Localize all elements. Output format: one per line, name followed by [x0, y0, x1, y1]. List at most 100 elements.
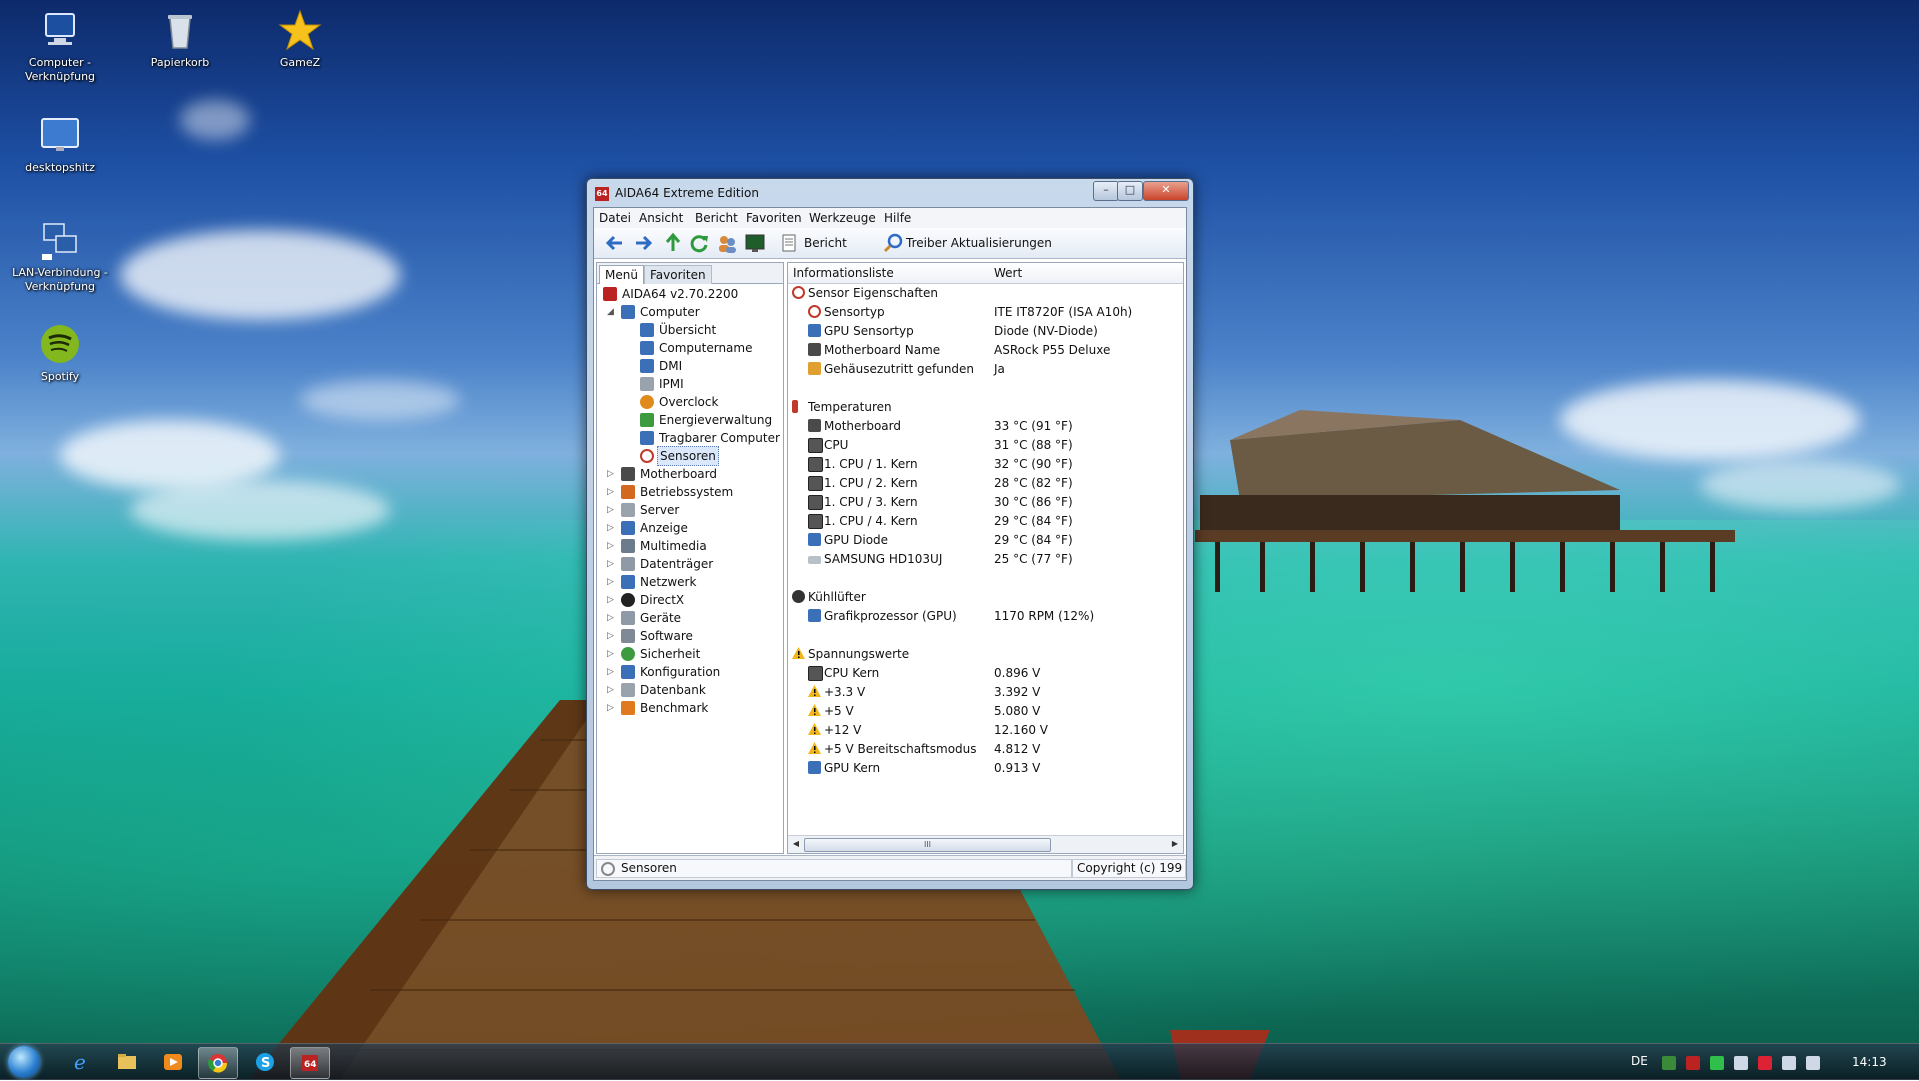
desktop-icon-spotify[interactable]: Spotify	[12, 322, 108, 384]
forward-arrow-icon[interactable]	[632, 232, 654, 254]
info-row[interactable]: CPU Kern 0.896 V	[788, 664, 1183, 682]
tree-item-label: Netzwerk	[640, 575, 697, 589]
media-player-icon[interactable]	[154, 1047, 192, 1077]
cpu-icon	[808, 476, 823, 491]
steam-icon[interactable]	[1734, 1056, 1748, 1070]
nvidia-icon[interactable]	[1710, 1056, 1724, 1070]
section-title: Sensor Eigenschaften	[808, 286, 938, 300]
refresh-icon[interactable]	[688, 232, 710, 254]
expand-icon[interactable]: ▷	[607, 663, 617, 681]
info-row[interactable]: Gehäusezutritt gefunden Ja	[788, 360, 1183, 378]
start-button[interactable]	[8, 1046, 40, 1078]
tab-menu[interactable]: Menü	[599, 265, 644, 284]
info-row[interactable]: +3.3 V 3.392 V	[788, 683, 1183, 701]
close-button[interactable]: ✕	[1143, 181, 1189, 201]
info-row[interactable]: 1. CPU / 4. Kern 29 °C (84 °F)	[788, 512, 1183, 530]
network-tray-icon[interactable]	[1782, 1056, 1796, 1070]
up-arrow-icon[interactable]	[662, 232, 684, 254]
explorer-folder-icon[interactable]	[108, 1047, 146, 1077]
expand-icon[interactable]: ▷	[607, 537, 617, 555]
expand-icon[interactable]: ▷	[607, 591, 617, 609]
info-row[interactable]: +5 V Bereitschaftsmodus 4.812 V	[788, 740, 1183, 758]
chrome-icon[interactable]	[198, 1047, 238, 1079]
back-arrow-icon[interactable]	[604, 232, 626, 254]
tray-app-icon[interactable]	[1662, 1056, 1676, 1070]
info-key: Gehäusezutritt gefunden	[824, 362, 975, 376]
expand-icon[interactable]: ▷	[607, 483, 617, 501]
menu-datei[interactable]: Datei	[599, 211, 631, 225]
menu-favoriten[interactable]: Favoriten	[746, 211, 802, 225]
info-row[interactable]: Sensortyp ITE IT8720F (ISA A10h)	[788, 303, 1183, 321]
report-icon[interactable]	[778, 232, 800, 254]
expand-icon[interactable]: ▷	[607, 465, 617, 483]
window-titlebar[interactable]: 64 AIDA64 Extreme Edition – □ ✕	[587, 179, 1193, 207]
tab-favoriten[interactable]: Favoriten	[644, 265, 712, 284]
monitor-green-icon[interactable]	[744, 232, 766, 254]
info-key: 1. CPU / 3. Kern	[824, 495, 918, 509]
info-row[interactable]: Grafikprozessor (GPU) 1170 RPM (12%)	[788, 607, 1183, 625]
scroll-right-icon[interactable]: ▶	[1169, 838, 1181, 850]
info-key: 1. CPU / 2. Kern	[824, 476, 918, 490]
expand-icon[interactable]: ▷	[607, 627, 617, 645]
clock[interactable]: 14:13	[1852, 1055, 1887, 1069]
minimize-button[interactable]: –	[1093, 181, 1119, 201]
gpu-icon	[808, 609, 821, 622]
info-row[interactable]: 1. CPU / 2. Kern 28 °C (82 °F)	[788, 474, 1183, 492]
desktop-icon-desktopshitz[interactable]: desktopshitz	[12, 113, 108, 175]
info-row[interactable]: +5 V 5.080 V	[788, 702, 1183, 720]
aida64-tray-icon[interactable]	[1686, 1056, 1700, 1070]
collapse-icon[interactable]: ◢	[607, 303, 617, 321]
desktop-icon-gamez[interactable]: GameZ	[252, 8, 348, 70]
horizontal-scrollbar[interactable]: ◀ III ▶	[788, 835, 1183, 853]
magnifier-icon[interactable]	[882, 232, 904, 254]
menu-bericht[interactable]: Bericht	[695, 211, 738, 225]
info-row[interactable]: Motherboard Name ASRock P55 Deluxe	[788, 341, 1183, 359]
section-sensor-props[interactable]: Sensor Eigenschaften	[788, 284, 1183, 302]
maximize-button[interactable]: □	[1117, 181, 1143, 201]
info-row[interactable]: 1. CPU / 1. Kern 32 °C (90 °F)	[788, 455, 1183, 473]
expand-icon[interactable]: ▷	[607, 519, 617, 537]
column-header-info[interactable]: Informationsliste	[788, 263, 990, 284]
info-value: Diode (NV-Diode)	[994, 324, 1098, 338]
info-key: CPU Kern	[824, 666, 880, 680]
report-button[interactable]: Bericht	[804, 236, 847, 250]
expand-icon[interactable]: ▷	[607, 555, 617, 573]
internet-explorer-icon[interactable]: e	[62, 1047, 100, 1077]
menu-hilfe[interactable]: Hilfe	[884, 211, 911, 225]
aida64-window[interactable]: 64 AIDA64 Extreme Edition – □ ✕ Datei An…	[586, 178, 1194, 890]
section-voltages[interactable]: Spannungswerte	[788, 645, 1183, 663]
aida64-icon[interactable]: 64	[290, 1047, 330, 1079]
expand-icon[interactable]: ▷	[607, 681, 617, 699]
info-row[interactable]: Motherboard 33 °C (91 °F)	[788, 417, 1183, 435]
info-row[interactable]: GPU Sensortyp Diode (NV-Diode)	[788, 322, 1183, 340]
expand-icon[interactable]: ▷	[607, 609, 617, 627]
menu-werkzeuge[interactable]: Werkzeuge	[809, 211, 876, 225]
info-row[interactable]: 1. CPU / 3. Kern 30 °C (86 °F)	[788, 493, 1183, 511]
desktop-icon-lan[interactable]: LAN-Verbindung - Verknüpfung	[12, 218, 108, 294]
desktop-icon-recycle-bin[interactable]: Papierkorb	[132, 8, 228, 70]
info-row[interactable]: GPU Kern 0.913 V	[788, 759, 1183, 777]
scroll-thumb[interactable]: III	[804, 838, 1051, 852]
language-indicator[interactable]: DE	[1631, 1054, 1648, 1068]
info-row[interactable]: +12 V 12.160 V	[788, 721, 1183, 739]
desktop-icon-computer[interactable]: Computer - Verknüpfung	[12, 8, 108, 84]
expand-icon[interactable]: ▷	[607, 699, 617, 717]
expand-icon[interactable]: ▷	[607, 501, 617, 519]
driver-update-button[interactable]: Treiber Aktualisierungen	[906, 236, 1052, 250]
info-row[interactable]: SAMSUNG HD103UJ 25 °C (77 °F)	[788, 550, 1183, 568]
section-fans[interactable]: Kühllüfter	[788, 588, 1183, 606]
info-value: 4.812 V	[994, 742, 1041, 756]
tree-item-label: Motherboard	[640, 467, 717, 481]
volume-icon[interactable]	[1806, 1056, 1820, 1070]
expand-icon[interactable]: ▷	[607, 573, 617, 591]
menu-ansicht[interactable]: Ansicht	[639, 211, 683, 225]
column-header-value[interactable]: Wert	[989, 263, 1183, 284]
skype-icon[interactable]: S	[246, 1047, 284, 1077]
action-center-flag-icon[interactable]	[1758, 1056, 1772, 1070]
users-icon[interactable]	[716, 232, 738, 254]
expand-icon[interactable]: ▷	[607, 645, 617, 663]
info-row[interactable]: GPU Diode 29 °C (84 °F)	[788, 531, 1183, 549]
scroll-left-icon[interactable]: ◀	[790, 838, 802, 850]
info-row[interactable]: CPU 31 °C (88 °F)	[788, 436, 1183, 454]
section-temperatures[interactable]: Temperaturen	[788, 398, 1183, 416]
